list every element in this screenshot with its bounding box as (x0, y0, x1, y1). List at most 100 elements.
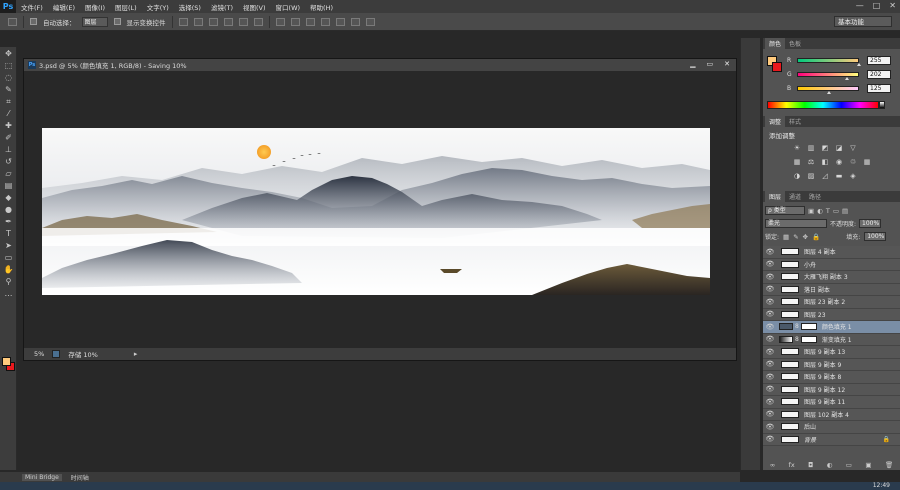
align-left-icon[interactable] (223, 17, 233, 26)
layer-row[interactable]: 👁 小舟 (763, 258, 900, 271)
history-brush-tool-icon[interactable]: ↺ (2, 157, 15, 167)
blue-value-input[interactable]: 125 (867, 84, 891, 93)
workspace-dropdown[interactable]: 基本功能 (834, 16, 892, 27)
tab-layers[interactable]: 图层 (765, 191, 786, 202)
hand-tool-icon[interactable]: ✋ (2, 265, 15, 275)
visibility-eye-icon[interactable]: 👁 (763, 435, 777, 443)
add-mask-icon[interactable]: ◘ (808, 461, 813, 469)
tab-swatches[interactable]: 色板 (785, 38, 805, 49)
align-right-icon[interactable] (253, 17, 263, 26)
align-bottom-icon[interactable] (208, 17, 218, 26)
minimize-button[interactable]: — (856, 1, 864, 10)
tab-styles[interactable]: 样式 (785, 116, 805, 127)
color-spectrum[interactable] (767, 101, 879, 109)
maximize-button[interactable]: □ (873, 1, 881, 10)
menu-layer[interactable]: 图层(L) (110, 2, 142, 12)
move-tool-icon[interactable]: ✥ (2, 49, 15, 59)
zoom-tool-icon[interactable]: ⚲ (2, 277, 15, 287)
menu-file[interactable]: 文件(F) (16, 2, 48, 12)
threshold-icon[interactable]: ◿ (821, 172, 829, 180)
hue-sat-icon[interactable]: ▦ (793, 158, 801, 166)
opacity-input[interactable]: 100% (859, 219, 882, 228)
filter-smart-icon[interactable]: ▤ (842, 207, 848, 215)
blue-slider[interactable] (797, 86, 859, 94)
auto-select-dropdown[interactable]: 图层 (81, 16, 108, 27)
layer-row[interactable]: 👁 图层 23 (763, 308, 900, 321)
color-balance-icon[interactable]: ⚖ (807, 158, 815, 166)
menu-help[interactable]: 帮助(H) (305, 2, 338, 12)
pen-tool-icon[interactable]: ✒ (2, 217, 15, 227)
exposure-icon[interactable]: ◪ (835, 144, 843, 152)
visibility-eye-icon[interactable]: 👁 (763, 273, 777, 281)
lock-all-icon[interactable]: 🔒 (812, 233, 820, 241)
visibility-eye-icon[interactable]: 👁 (763, 248, 777, 256)
gradient-map-icon[interactable]: ▬ (835, 172, 843, 180)
layer-row[interactable]: 👁 图层 4 副本 (763, 246, 900, 259)
trash-icon[interactable]: 🗑 (885, 461, 893, 469)
green-slider-thumb[interactable] (845, 77, 849, 80)
link-layers-icon[interactable]: ∞ (770, 461, 775, 469)
menu-filter[interactable]: 滤镜(T) (206, 2, 238, 12)
tab-color[interactable]: 颜色 (765, 38, 786, 49)
tab-channels[interactable]: 通道 (785, 191, 805, 202)
lock-pixels-icon[interactable]: ✎ (793, 233, 798, 241)
color-lookup-icon[interactable]: ▦ (863, 158, 871, 166)
curves-icon[interactable]: ◩ (821, 144, 829, 152)
menu-window[interactable]: 窗口(W) (271, 2, 306, 12)
distribute-top-icon[interactable] (275, 17, 285, 26)
distribute-center-icon[interactable] (335, 17, 345, 26)
new-group-icon[interactable]: ▭ (846, 461, 852, 469)
vibrance-icon[interactable]: ▽ (849, 144, 857, 152)
levels-icon[interactable]: ▥ (807, 144, 815, 152)
red-slider[interactable] (797, 58, 861, 66)
brightness-icon[interactable]: ☀ (793, 144, 801, 152)
new-adjustment-icon[interactable]: ◐ (827, 461, 833, 469)
visibility-eye-icon[interactable]: 👁 (763, 373, 777, 381)
layer-row[interactable]: 👁 图层 9 副本 11 (763, 396, 900, 409)
zoom-level[interactable]: 5% (34, 350, 44, 358)
distribute-left-icon[interactable] (320, 17, 330, 26)
auto-select-checkbox[interactable] (30, 18, 37, 25)
status-arrow-icon[interactable]: ▸ (134, 350, 138, 358)
doc-close-button[interactable]: ✕ (724, 60, 730, 68)
lasso-tool-icon[interactable]: ◌ (2, 73, 15, 83)
tab-adjustments[interactable]: 调整 (765, 116, 786, 127)
visibility-eye-icon[interactable]: 👁 (763, 360, 777, 368)
new-layer-icon[interactable]: ▣ (865, 461, 871, 469)
crop-tool-icon[interactable]: ⌗ (2, 97, 15, 107)
status-preview-icon[interactable] (52, 350, 61, 358)
lock-position-icon[interactable]: ✥ (803, 233, 808, 241)
visibility-eye-icon[interactable]: 👁 (763, 348, 777, 356)
visibility-eye-icon[interactable]: 👁 (763, 298, 777, 306)
red-slider-thumb[interactable] (857, 63, 861, 66)
green-value-input[interactable]: 202 (867, 70, 891, 79)
gradient-tool-icon[interactable]: ▤ (2, 181, 15, 191)
foreground-color-swatch[interactable] (2, 357, 11, 366)
layer-row[interactable]: 👁 图层 9 副本 9 (763, 358, 900, 371)
blend-mode-dropdown[interactable]: 柔光 (765, 219, 827, 228)
align-top-icon[interactable] (178, 17, 188, 26)
eyedropper-tool-icon[interactable]: ⁄ (2, 109, 15, 119)
tab-mini-bridge[interactable]: Mini Bridge (22, 473, 62, 481)
auto-align-icon[interactable] (365, 17, 375, 26)
brush-tool-icon[interactable]: ✐ (2, 133, 15, 143)
menu-edit[interactable]: 编辑(E) (48, 2, 80, 12)
lock-transparent-icon[interactable]: ▦ (783, 233, 789, 241)
show-transform-checkbox[interactable] (113, 18, 121, 25)
healing-tool-icon[interactable]: ✚ (2, 121, 15, 131)
fill-input[interactable]: 100% (864, 232, 887, 241)
canvas-area[interactable] (24, 71, 736, 348)
menu-view[interactable]: 视图(V) (238, 2, 271, 12)
tab-timeline[interactable]: 时间轴 (68, 473, 92, 482)
layer-row-selected[interactable]: 👁 8 颜色填充 1 (763, 321, 900, 334)
move-tool-icon[interactable] (8, 17, 17, 26)
document-tab[interactable]: Ps 3.psd @ 5% (颜色填充 1, RGB/8) - Saving 1… (24, 59, 736, 71)
marquee-tool-icon[interactable]: ⬚ (2, 61, 15, 71)
filter-shape-icon[interactable]: ▭ (833, 207, 839, 215)
visibility-eye-icon[interactable]: 👁 (763, 385, 777, 393)
menu-type[interactable]: 文字(Y) (142, 2, 174, 12)
layer-row[interactable]: 👁 图层 9 副本 8 (763, 371, 900, 384)
photo-filter-icon[interactable]: ◉ (835, 158, 843, 166)
layer-row[interactable]: 👁 后山 (763, 421, 900, 434)
visibility-eye-icon[interactable]: 👁 (763, 285, 777, 293)
